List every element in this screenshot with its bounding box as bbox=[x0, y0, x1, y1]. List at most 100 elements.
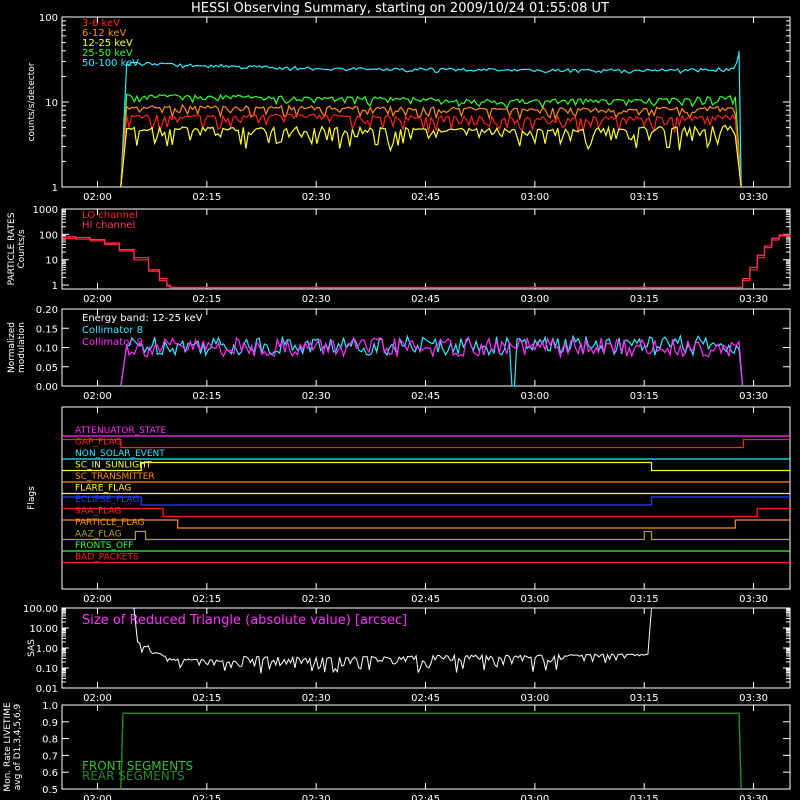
panel-frame bbox=[61, 208, 791, 290]
x-tick-label: 03:30 bbox=[739, 594, 768, 605]
x-tick-label: 03:30 bbox=[739, 192, 768, 203]
flag-label: GAP_FLAG bbox=[75, 438, 121, 448]
y-tick-label: 1.0 bbox=[42, 701, 58, 712]
x-tick-label: 03:15 bbox=[630, 192, 659, 203]
y-tick-label: 10.00 bbox=[29, 624, 58, 635]
x-tick-label: 02:30 bbox=[302, 693, 331, 704]
x-tick-label: 02:45 bbox=[411, 693, 440, 704]
flag-label: PARTICLE_FLAG bbox=[75, 518, 145, 528]
x-tick-label: 02:00 bbox=[83, 192, 112, 203]
summary-figure: HESSI Observing Summary, starting on 200… bbox=[3, 1, 791, 800]
y-tick-label: 0.00 bbox=[36, 382, 58, 393]
y-tick-label: 0.15 bbox=[36, 324, 58, 335]
y-tick-label: 0.20 bbox=[36, 305, 58, 316]
x-tick-label: 02:30 bbox=[302, 794, 331, 800]
y-axis-label-line2: modulation bbox=[17, 322, 27, 373]
y-axis-label-line2: avg of D1,3,4,5,6,9 bbox=[13, 703, 23, 790]
flag-line bbox=[62, 461, 790, 472]
legend-entry: 3-6 keV bbox=[82, 18, 120, 29]
x-tick-label: 02:45 bbox=[411, 192, 440, 203]
panel-3: 02:00 02:15 02:30 02:45 03:00 03:15 03:30 Flags… bbox=[27, 406, 791, 605]
x-tick-label: 02:00 bbox=[83, 693, 112, 704]
panel-annotation: Energy band: 12-25 keV bbox=[82, 313, 203, 324]
x-tick-label: 03:30 bbox=[739, 693, 768, 704]
y-axis-label: Flags bbox=[27, 486, 37, 510]
series-line-0 bbox=[120, 712, 742, 790]
y-tick-label: 100.00 bbox=[23, 604, 58, 615]
x-tick-label: 03:00 bbox=[520, 294, 549, 305]
x-tick-label: 02:00 bbox=[83, 391, 112, 402]
flag-line bbox=[62, 519, 790, 529]
flag-line bbox=[62, 530, 790, 541]
y-tick-label: 1000 bbox=[33, 205, 58, 216]
flag-label: BAD_PACKETS bbox=[75, 553, 139, 563]
y-tick-label: 0.6 bbox=[42, 768, 58, 779]
panel-2: 02:00 02:15 02:30 02:45 03:00 03:15 03:30 Norma… bbox=[7, 305, 791, 402]
x-tick-label: 02:45 bbox=[411, 294, 440, 305]
x-tick-label: 03:00 bbox=[520, 391, 549, 402]
y-tick-label: 1.00 bbox=[36, 644, 58, 655]
y-axis-label-line1: Normalized bbox=[7, 322, 17, 373]
series-line-1 bbox=[120, 336, 744, 387]
panel-1: 02:00 02:15 02:30 02:45 03:00 03:15 03:30 PARTI… bbox=[7, 205, 791, 305]
flag-label: SC_IN_SUNLIGHT bbox=[75, 461, 152, 471]
panel-frame bbox=[61, 406, 791, 590]
series-line-0 bbox=[62, 235, 791, 289]
series-line-2 bbox=[120, 124, 742, 188]
flag-label: AAZ_FLAG bbox=[75, 530, 122, 540]
y-tick-label: 0.05 bbox=[36, 363, 58, 374]
x-tick-label: 02:30 bbox=[302, 192, 331, 203]
x-tick-label: 03:30 bbox=[739, 391, 768, 402]
y-tick-label: 0.9 bbox=[42, 718, 58, 729]
x-tick-label: 03:00 bbox=[520, 693, 549, 704]
flag-line bbox=[62, 438, 790, 449]
x-tick-label: 03:15 bbox=[630, 594, 659, 605]
legend-entry: 50-100 keV bbox=[82, 58, 139, 69]
flag-line bbox=[62, 496, 790, 506]
x-tick-label: 02:15 bbox=[192, 693, 221, 704]
x-tick-label: 02:30 bbox=[302, 391, 331, 402]
y-tick-label: 1 bbox=[52, 281, 58, 292]
y-tick-label: 1 bbox=[52, 183, 58, 194]
panel-4: 02:00 02:15 02:30 02:45 03:00 03:15 03:30SAS0.… bbox=[23, 604, 791, 704]
x-tick-label: 02:15 bbox=[192, 391, 221, 402]
x-tick-label: 02:15 bbox=[192, 594, 221, 605]
x-tick-label: 02:15 bbox=[192, 294, 221, 305]
x-tick-label: 02:15 bbox=[192, 794, 221, 800]
x-tick-label: 03:00 bbox=[520, 594, 549, 605]
y-tick-label: 10 bbox=[45, 256, 58, 267]
x-tick-label: 02:45 bbox=[411, 391, 440, 402]
y-tick-label: 0.10 bbox=[36, 664, 58, 675]
y-tick-label: 0.5 bbox=[42, 785, 58, 796]
x-tick-label: 02:15 bbox=[192, 192, 221, 203]
flag-label: SC_TRANSMITTER bbox=[75, 472, 155, 482]
x-tick-label: 03:15 bbox=[630, 294, 659, 305]
y-tick-label: 0.10 bbox=[36, 344, 58, 355]
legend-entry: REAR SEGMENTS bbox=[82, 769, 185, 783]
y-tick-label: 100 bbox=[39, 230, 58, 241]
x-tick-label: 02:30 bbox=[302, 294, 331, 305]
x-tick-label: 02:00 bbox=[83, 294, 112, 305]
y-tick-label: 10 bbox=[45, 98, 58, 109]
x-tick-label: 03:15 bbox=[630, 794, 659, 800]
panel-0: 02:00 02:15 02:30 02:45 03:00 03:15 03:30 count… bbox=[27, 13, 791, 203]
x-tick-label: 03:30 bbox=[739, 794, 768, 800]
flag-line bbox=[62, 507, 790, 518]
x-tick-label: 03:15 bbox=[630, 693, 659, 704]
x-tick-label: 02:45 bbox=[411, 794, 440, 800]
y-tick-label: 0.7 bbox=[42, 751, 58, 762]
x-tick-label: 02:45 bbox=[411, 594, 440, 605]
series-line-1 bbox=[62, 234, 791, 289]
panel-annotation: Size of Reduced Triangle (absolute value… bbox=[82, 613, 407, 628]
panel-5: 02:00 02:15 02:30 02:45 03:00 03:15 03:30 Mon. … bbox=[3, 701, 791, 800]
y-axis-label-line1: PARTICLE RATES bbox=[7, 212, 17, 285]
flag-label: SAA_FLAG bbox=[75, 507, 121, 517]
figure-title: HESSI Observing Summary, starting on 200… bbox=[191, 1, 609, 16]
y-axis-label-line1: Mon. Rate LIVETIME bbox=[3, 702, 13, 792]
x-tick-label: 03:00 bbox=[520, 794, 549, 800]
legend-entry: HI channel bbox=[82, 220, 135, 231]
y-axis-label-line2: Counts/s bbox=[17, 229, 27, 268]
series-line-0 bbox=[120, 333, 744, 387]
legend-entry: 12-25 keV bbox=[82, 38, 133, 49]
y-tick-label: 0.8 bbox=[42, 735, 58, 746]
